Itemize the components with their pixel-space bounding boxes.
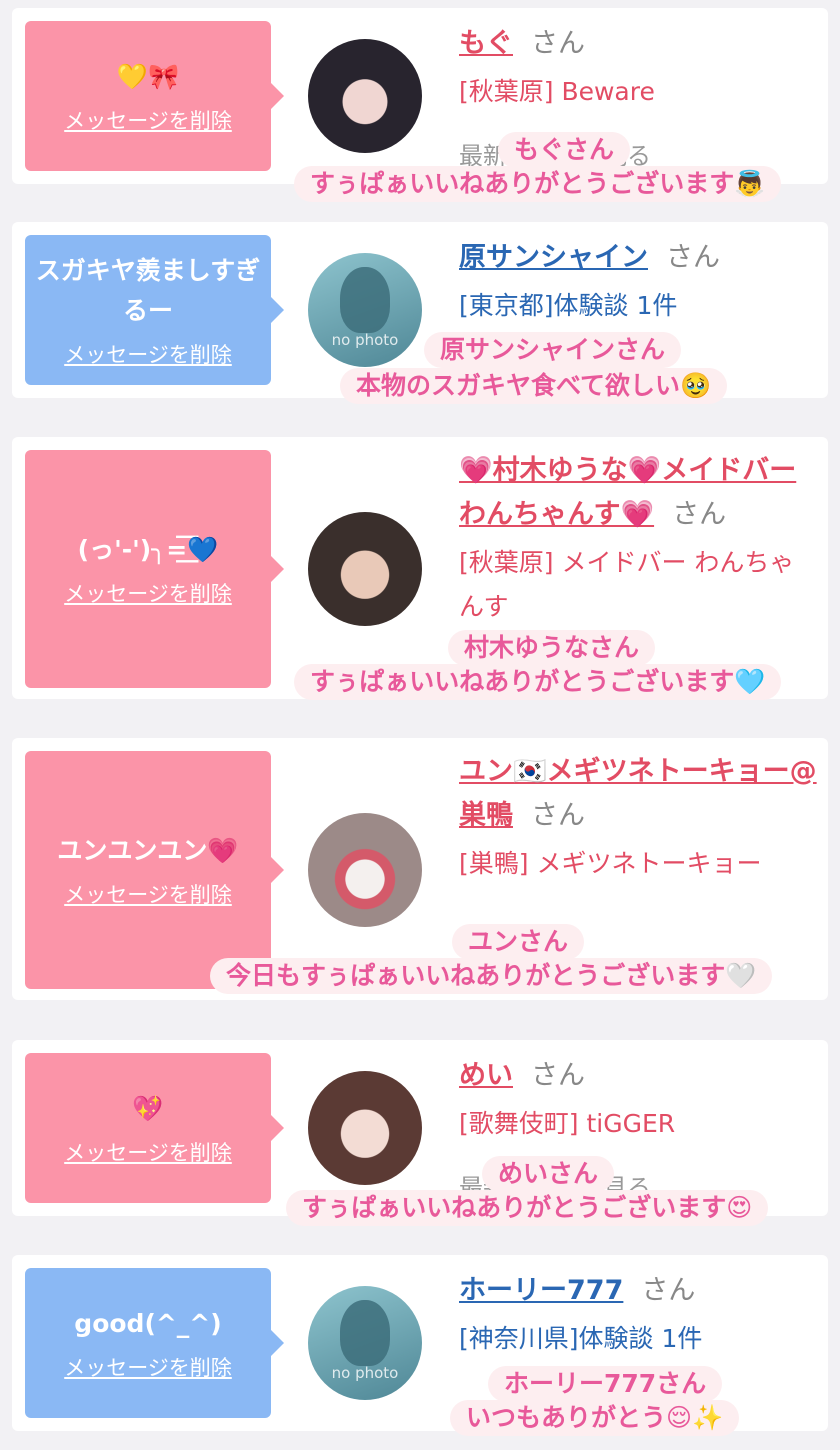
avatar[interactable]: no photo bbox=[308, 253, 422, 367]
message-text: 💖 bbox=[132, 1094, 164, 1123]
user-name-line: めい さん bbox=[459, 1054, 819, 1098]
caption-name: 村木ゆうなさん bbox=[448, 630, 656, 666]
user-location: [巣鴨] メギツネトーキョー bbox=[459, 849, 762, 878]
caption-name: ユンさん bbox=[452, 924, 585, 960]
caption-text: すぅぱぁいいねありがとうございます🩵 bbox=[294, 664, 782, 700]
message-bubble: good(^_^) メッセージを削除 bbox=[25, 1268, 284, 1418]
user-location: [東京都]体験談 1件 bbox=[459, 291, 678, 320]
silhouette-icon bbox=[340, 267, 390, 333]
caption-name: 原サンシャインさん bbox=[424, 332, 682, 368]
message-bubble: 💛🎀 メッセージを削除 bbox=[25, 21, 284, 171]
user-name-link[interactable]: 💗村木ゆうな💗メイドバーわんちゃんす💗 bbox=[459, 455, 796, 530]
user-name-link[interactable]: ユン🇰🇷メギツネトーキョー@巣鴨 bbox=[459, 756, 817, 831]
user-name-line: ユン🇰🇷メギツネトーキョー@巣鴨 さん bbox=[459, 750, 819, 838]
no-photo-label: no photo bbox=[331, 331, 399, 349]
avatar[interactable] bbox=[308, 1071, 422, 1185]
message-text: スガキヤ羨ましすぎるー bbox=[35, 256, 261, 325]
honorific: さん bbox=[672, 499, 727, 530]
delete-message-link[interactable]: メッセージを削除 bbox=[64, 879, 232, 909]
user-card: 💛🎀 メッセージを削除 もぐさん [秋葉原] Beware 最新の投稿を見る bbox=[12, 8, 828, 184]
caption-name: めいさん bbox=[482, 1156, 615, 1192]
caption-name: ホーリー777さん bbox=[488, 1366, 723, 1402]
delete-message-link[interactable]: メッセージを削除 bbox=[64, 1137, 232, 1167]
user-name-line: ホーリー777 さん bbox=[459, 1269, 819, 1313]
no-photo-label: no photo bbox=[331, 1364, 399, 1382]
message-text: 💛🎀 bbox=[116, 62, 180, 91]
caption-name: もぐさん bbox=[498, 132, 631, 168]
caption-text: すぅぱぁいいねありがとうございます😍 bbox=[286, 1190, 769, 1226]
avatar[interactable] bbox=[308, 813, 422, 927]
message-text: ユンユンユン💗 bbox=[57, 836, 239, 865]
user-name-line: 💗村木ゆうな💗メイドバーわんちゃんす💗 さん bbox=[459, 449, 819, 537]
user-name-link[interactable]: 原サンシャイン bbox=[459, 242, 648, 273]
honorific: さん bbox=[531, 28, 585, 59]
user-name-line: 原サンシャイン さん bbox=[459, 236, 819, 280]
honorific: さん bbox=[531, 800, 585, 831]
user-location: [秋葉原] Beware bbox=[459, 77, 655, 106]
user-location: [歌舞伎町] tiGGER bbox=[459, 1109, 676, 1138]
message-bubble: 💖 メッセージを削除 bbox=[25, 1053, 284, 1203]
avatar[interactable]: no photo bbox=[308, 1286, 422, 1400]
user-name-link[interactable]: ホーリー777 bbox=[459, 1275, 623, 1306]
message-bubble: スガキヤ羨ましすぎるー メッセージを削除 bbox=[25, 235, 284, 385]
caption-text: 今日もすぅぱぁいいねありがとうございます🤍 bbox=[210, 958, 773, 994]
avatar[interactable] bbox=[308, 39, 422, 153]
message-text: (っ'-')╮=͟͟͞͞💙 bbox=[77, 535, 219, 564]
caption-text: 本物のスガキヤ食べて欲しい🥹 bbox=[340, 368, 728, 404]
user-location: [秋葉原] メイドバー わんちゃんす bbox=[459, 548, 795, 621]
delete-message-link[interactable]: メッセージを削除 bbox=[64, 578, 232, 608]
delete-message-link[interactable]: メッセージを削除 bbox=[64, 105, 232, 135]
silhouette-icon bbox=[340, 1300, 390, 1366]
avatar[interactable] bbox=[308, 512, 422, 626]
caption-text: いつもありがとう😌✨ bbox=[450, 1400, 740, 1436]
user-location: [神奈川県]体験談 1件 bbox=[459, 1324, 703, 1353]
honorific: さん bbox=[641, 1275, 696, 1306]
message-bubble: (っ'-')╮=͟͟͞͞💙 メッセージを削除 bbox=[25, 450, 284, 688]
user-name-link[interactable]: めい bbox=[459, 1060, 513, 1091]
delete-message-link[interactable]: メッセージを削除 bbox=[64, 339, 232, 369]
user-name-link[interactable]: もぐ bbox=[459, 28, 513, 59]
delete-message-link[interactable]: メッセージを削除 bbox=[64, 1352, 232, 1382]
honorific: さん bbox=[531, 1060, 585, 1091]
user-name-line: もぐ さん bbox=[459, 22, 819, 66]
message-text: good(^_^) bbox=[74, 1309, 222, 1338]
caption-text: すぅぱぁいいねありがとうございます👼 bbox=[294, 166, 782, 202]
message-bubble: ユンユンユン💗 メッセージを削除 bbox=[25, 751, 284, 989]
user-card: (っ'-')╮=͟͟͞͞💙 メッセージを削除 💗村木ゆうな💗メイドバーわんちゃん… bbox=[12, 437, 828, 699]
honorific: さん bbox=[666, 242, 720, 273]
